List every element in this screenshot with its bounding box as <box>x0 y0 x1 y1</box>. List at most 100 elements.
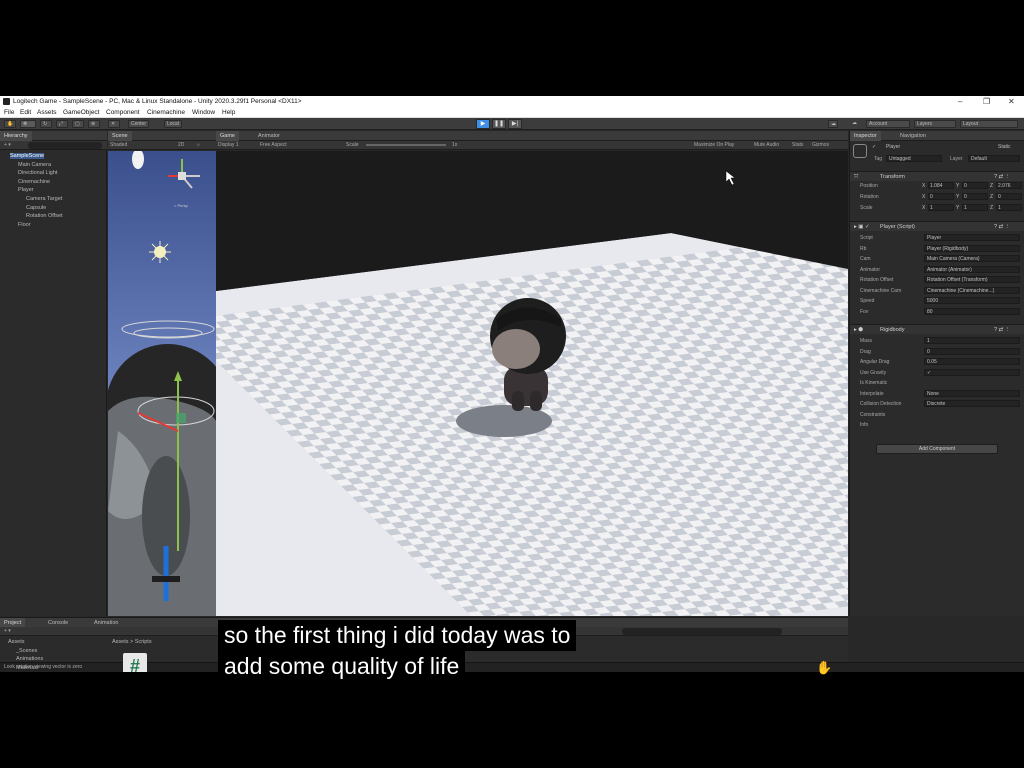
scene-view[interactable]: Scene Shaded 2D ☼ < Persp <box>108 131 216 616</box>
menu-help[interactable]: Help <box>222 109 235 116</box>
rigidbody-row-field[interactable] <box>924 421 1020 428</box>
menu-file[interactable]: File <box>4 109 14 116</box>
tab-navigation[interactable]: Navigation <box>896 131 930 141</box>
script-file-icon[interactable]: # <box>123 653 147 672</box>
layer-value: Default <box>971 156 987 162</box>
static-toggle[interactable]: Static <box>998 144 1011 150</box>
scale-slider[interactable] <box>366 144 446 146</box>
maximize-icon[interactable]: ❐ <box>983 97 990 106</box>
rigidbody-row-field[interactable] <box>924 337 1020 344</box>
rigidbody-row-value: ✓ <box>927 369 932 376</box>
tab-hierarchy[interactable]: Hierarchy <box>0 131 32 141</box>
transform-title: Transform <box>880 174 905 180</box>
custom-tool-icon[interactable]: ✕ <box>108 120 120 128</box>
menu-assets[interactable]: Assets <box>37 109 57 116</box>
display-dropdown[interactable]: Display 1 <box>218 142 239 148</box>
player-script-component-header[interactable]: ▸ ▣ ✓ Player (Script) ? ⇄ ⋮ <box>850 221 1024 231</box>
mute-audio-toggle[interactable]: Mute Audio <box>754 142 779 148</box>
hierarchy-search-input[interactable] <box>28 142 102 149</box>
hierarchy-item[interactable]: Cinemachine <box>18 179 50 185</box>
account-dropdown[interactable]: Account <box>866 120 910 128</box>
hierarchy-item[interactable]: SampleScene <box>10 153 45 159</box>
add-component-button[interactable]: Add Component <box>876 444 998 454</box>
project-tree-item[interactable]: Assets <box>8 639 25 645</box>
transform-rotation-label: Rotation <box>860 194 879 200</box>
add-asset-icon[interactable]: + ▾ <box>4 628 11 634</box>
rigidbody-row-field[interactable] <box>924 379 1020 386</box>
stats-toggle[interactable]: Stats <box>792 142 803 148</box>
project-tree-item[interactable]: _Scenes <box>16 648 37 654</box>
hierarchy-item[interactable]: Main Camera <box>18 162 51 168</box>
rigidbody-row-field[interactable] <box>924 368 1020 376</box>
component-menu-icon[interactable]: ? ⇄ ⋮ <box>994 224 1010 230</box>
hierarchy-item[interactable]: Capsule <box>26 205 46 211</box>
rect-tool-icon[interactable]: ▢ <box>72 120 84 128</box>
pivot-local-button[interactable]: Local <box>164 120 182 128</box>
player-script-row-field[interactable] <box>924 307 1020 315</box>
transform-rotation-x-value: 0 <box>930 194 933 200</box>
hierarchy-item[interactable]: Directional Light <box>18 170 57 176</box>
gizmos-dropdown[interactable]: Gizmos <box>812 142 829 148</box>
menu-bar: File Edit Assets GameObject Component Ci… <box>0 108 1024 118</box>
pause-button[interactable]: ❚❚ <box>492 119 506 129</box>
rigidbody-row-field[interactable] <box>924 358 1020 365</box>
cloud-icon[interactable]: ☁ <box>850 120 860 128</box>
player-script-row-field[interactable] <box>924 297 1020 304</box>
main-toolbar: ✋ ✥ ↻ ⤢ ▢ ⊕ ✕ Center Local ▶ ❚❚ ▶| ☁ ☁ A… <box>0 118 1024 130</box>
menu-edit[interactable]: Edit <box>20 109 31 116</box>
play-button[interactable]: ▶ <box>476 119 490 129</box>
menu-component[interactable]: Component <box>106 109 140 116</box>
hierarchy-item[interactable]: Rotation Offset <box>26 213 63 219</box>
collab-icon[interactable]: ☁ <box>828 120 838 128</box>
project-tree-item[interactable]: Materials <box>16 665 38 671</box>
unity-logo-icon <box>3 98 10 105</box>
scale-tool-icon[interactable]: ⤢ <box>56 120 68 128</box>
step-button[interactable]: ▶| <box>508 119 522 129</box>
tab-animator[interactable]: Animator <box>254 131 284 141</box>
game-view[interactable]: Game Animator Display 1 Free Aspect Scal… <box>216 131 848 616</box>
game-viewport[interactable] <box>216 151 848 616</box>
rigidbody-row-field[interactable] <box>924 411 1020 418</box>
aspect-dropdown[interactable]: Free Aspect <box>260 142 287 148</box>
2d-toggle[interactable]: 2D <box>178 142 184 148</box>
rotate-tool-icon[interactable]: ↻ <box>40 120 52 128</box>
transform-position-x-value: 1.084 <box>930 183 943 189</box>
shading-mode-dropdown[interactable]: Shaded <box>110 142 127 148</box>
transform-component-header[interactable]: ⤧ Transform ? ⇄ ⋮ <box>850 171 1024 181</box>
hierarchy-item[interactable]: Camera Target <box>26 196 62 202</box>
menu-window[interactable]: Window <box>192 109 215 116</box>
component-menu-icon[interactable]: ? ⇄ ⋮ <box>994 174 1010 180</box>
object-name-field[interactable]: Player <box>886 144 900 150</box>
unity-editor-window: Logitech Game - SampleScene - PC, Mac & … <box>0 96 1024 672</box>
component-menu-icon[interactable]: ? ⇄ ⋮ <box>994 327 1010 333</box>
layers-dropdown[interactable]: Layers <box>914 120 956 128</box>
lighting-toggle-icon[interactable]: ☼ <box>196 142 201 148</box>
hierarchy-item[interactable]: Player <box>18 187 34 193</box>
project-tree-item[interactable]: Animations <box>16 656 43 662</box>
maximize-on-play-toggle[interactable]: Maximize On Play <box>694 142 734 148</box>
layout-dropdown[interactable]: Layout <box>960 120 1018 128</box>
project-search-input[interactable] <box>622 628 782 635</box>
scene-viewport[interactable]: < Persp <box>108 151 216 616</box>
rigidbody-row-label: Collision Detection <box>860 401 902 407</box>
window-title: Logitech Game - SampleScene - PC, Mac & … <box>13 98 302 105</box>
rigidbody-row-field[interactable] <box>924 347 1020 355</box>
add-icon[interactable]: + ▾ <box>4 142 11 148</box>
active-checkbox[interactable]: ✓ <box>872 144 876 150</box>
rigidbody-component-header[interactable]: ▸ ⬢ Rigidbody ? ⇄ ⋮ <box>850 324 1024 334</box>
tab-scene[interactable]: Scene <box>108 131 132 141</box>
hand-tool-icon[interactable]: ✋ <box>4 120 16 128</box>
minimize-icon[interactable]: – <box>958 97 962 106</box>
pivot-center-button[interactable]: Center <box>128 120 150 128</box>
player-script-row-label: Animator <box>860 266 881 273</box>
hierarchy-item[interactable]: Floor <box>18 222 31 228</box>
persp-label: < Persp <box>174 203 189 208</box>
menu-cinemachine[interactable]: Cinemachine <box>147 109 185 116</box>
tab-game[interactable]: Game <box>216 131 239 141</box>
transform-tool-icon[interactable]: ⊕ <box>88 120 100 128</box>
move-tool-icon[interactable]: ✥ <box>20 120 36 128</box>
close-icon[interactable]: ✕ <box>1008 97 1015 106</box>
project-breadcrumb[interactable]: Assets > Scripts <box>112 639 152 645</box>
tab-inspector[interactable]: Inspector <box>850 131 881 141</box>
menu-gameobject[interactable]: GameObject <box>63 109 100 116</box>
